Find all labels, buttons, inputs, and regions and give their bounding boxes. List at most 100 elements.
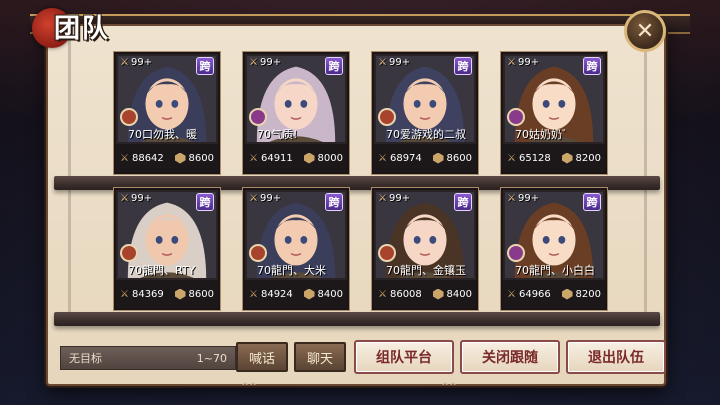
sword-icon: ⚔ xyxy=(120,152,129,164)
level-text: 99+ xyxy=(517,57,540,68)
class-icon xyxy=(507,244,525,262)
hex-icon xyxy=(561,288,573,300)
member-stats: ⚔ 68974 8600 xyxy=(374,144,476,172)
member-stats: ⚔ 84369 8600 xyxy=(116,280,218,308)
page-title: 团队 xyxy=(53,13,110,44)
member-card[interactable]: ⚔ 99+ 跨 70龍門、RTY ⚔ 84369 8600 xyxy=(114,188,220,310)
shelf-bottom xyxy=(54,312,660,326)
target-selector[interactable]: 无目标 1~70 xyxy=(60,346,236,370)
level-text: 99+ xyxy=(517,193,540,204)
sword-icon: ⚔ xyxy=(378,152,387,164)
member-card[interactable]: ⚔ 99+ 跨 70龍門、金镶玉 ⚔ 86008 8400 xyxy=(372,188,478,310)
power-value: 88642 xyxy=(131,152,164,164)
team-platform-button[interactable]: 组队平台 xyxy=(354,340,454,374)
panel-title: 团队 xyxy=(28,4,124,48)
sword-icon: ⚔ xyxy=(507,152,516,164)
shout-button[interactable]: 喊话 xyxy=(236,342,288,372)
hex-icon xyxy=(432,288,444,300)
member-stats: ⚔ 88642 8600 xyxy=(116,144,218,172)
limit-stat: 8000 xyxy=(303,152,343,164)
member-card[interactable]: ⚔ 99+ 跨 70气质! ⚔ 64911 8000 xyxy=(243,52,349,174)
class-icon xyxy=(249,244,267,262)
limit-value: 8200 xyxy=(575,288,601,300)
close-follow-button[interactable]: 关闭跟随 xyxy=(460,340,560,374)
level-text: 99+ xyxy=(259,193,282,204)
cross-server-badge: 跨 xyxy=(454,193,472,211)
sword-icon: ⚔ xyxy=(120,57,129,68)
cross-server-badge: 跨 xyxy=(196,57,214,75)
power-stat: ⚔ 64966 xyxy=(507,289,551,300)
power-stat: ⚔ 88642 xyxy=(120,153,164,164)
member-name: 70龍門、金镶玉 xyxy=(386,264,466,277)
member-card[interactable]: ⚔ 99+ 跨 70爱游戏的二叔 ⚔ 68974 8600 xyxy=(372,52,478,174)
member-card[interactable]: ⚔ 99+ 跨 70龍門、大米 ⚔ 84924 8400 xyxy=(243,188,349,310)
close-button[interactable]: ✕ xyxy=(624,10,666,52)
limit-stat: 8600 xyxy=(174,152,214,164)
level-text: 99+ xyxy=(388,57,411,68)
member-card[interactable]: ⚔ 99+ 跨 70姑奶奶゛ ⚔ 65128 8200 xyxy=(501,52,607,174)
sword-icon: ⚔ xyxy=(378,193,387,204)
member-name: 70气质! xyxy=(257,128,298,141)
class-icon xyxy=(378,108,396,126)
power-value: 65128 xyxy=(518,152,551,164)
level-badge: ⚔ 99+ xyxy=(507,193,539,204)
sword-icon: ⚔ xyxy=(249,57,258,68)
sword-icon: ⚔ xyxy=(507,57,516,68)
limit-stat: 8400 xyxy=(432,288,472,300)
cross-server-badge: 跨 xyxy=(454,57,472,75)
power-value: 84924 xyxy=(260,288,293,300)
class-icon xyxy=(120,108,138,126)
cross-server-badge: 跨 xyxy=(583,57,601,75)
limit-value: 8400 xyxy=(317,288,343,300)
level-range: 1~70 xyxy=(196,351,227,365)
cross-server-badge: 跨 xyxy=(583,193,601,211)
limit-value: 8600 xyxy=(446,152,472,164)
hex-icon xyxy=(432,152,444,164)
member-stats: ⚔ 64911 8000 xyxy=(245,144,347,172)
level-badge: ⚔ 99+ xyxy=(120,193,152,204)
limit-stat: 8600 xyxy=(432,152,472,164)
hex-icon xyxy=(303,152,315,164)
level-badge: ⚔ 99+ xyxy=(249,193,281,204)
power-stat: ⚔ 84924 xyxy=(249,289,293,300)
member-name: 70龍門、RTY xyxy=(128,264,196,277)
member-stats: ⚔ 64966 8200 xyxy=(503,280,605,308)
member-card[interactable]: ⚔ 99+ 跨 70龍門、小白白 ⚔ 64966 8200 xyxy=(501,188,607,310)
power-stat: ⚔ 84369 xyxy=(120,289,164,300)
sword-icon: ⚔ xyxy=(507,193,516,204)
leave-team-button[interactable]: 退出队伍 xyxy=(566,340,666,374)
power-stat: ⚔ 65128 xyxy=(507,153,551,164)
limit-value: 8200 xyxy=(575,152,601,164)
hex-icon xyxy=(303,288,315,300)
limit-value: 8000 xyxy=(317,152,343,164)
member-card[interactable]: ⚔ 99+ 跨 70口勿我、暖 ⚔ 88642 8600 xyxy=(114,52,220,174)
level-badge: ⚔ 99+ xyxy=(378,57,410,68)
power-value: 86008 xyxy=(389,288,422,300)
sword-icon: ⚔ xyxy=(378,57,387,68)
level-badge: ⚔ 99+ xyxy=(120,57,152,68)
limit-stat: 8400 xyxy=(303,288,343,300)
class-icon xyxy=(249,108,267,126)
hex-icon xyxy=(561,152,573,164)
sword-icon: ⚔ xyxy=(507,288,516,300)
chat-button[interactable]: 聊天 xyxy=(294,342,346,372)
sword-icon: ⚔ xyxy=(249,152,258,164)
member-stats: ⚔ 84924 8400 xyxy=(245,280,347,308)
limit-value: 8400 xyxy=(446,288,472,300)
level-text: 99+ xyxy=(388,193,411,204)
level-text: 99+ xyxy=(130,193,153,204)
member-name: 70龍門、小白白 xyxy=(515,264,595,277)
sword-icon: ⚔ xyxy=(120,193,129,204)
chevron-up-icon: ⌃⌃ xyxy=(440,380,458,394)
sword-icon: ⚔ xyxy=(249,193,258,204)
limit-stat: 8200 xyxy=(561,152,601,164)
limit-value: 8600 xyxy=(188,288,214,300)
level-badge: ⚔ 99+ xyxy=(249,57,281,68)
power-stat: ⚔ 86008 xyxy=(378,289,422,300)
class-icon xyxy=(378,244,396,262)
sword-icon: ⚔ xyxy=(120,288,129,300)
power-value: 84369 xyxy=(131,288,164,300)
limit-stat: 8200 xyxy=(561,288,601,300)
cross-server-badge: 跨 xyxy=(196,193,214,211)
member-name: 70龍門、大米 xyxy=(257,264,326,277)
